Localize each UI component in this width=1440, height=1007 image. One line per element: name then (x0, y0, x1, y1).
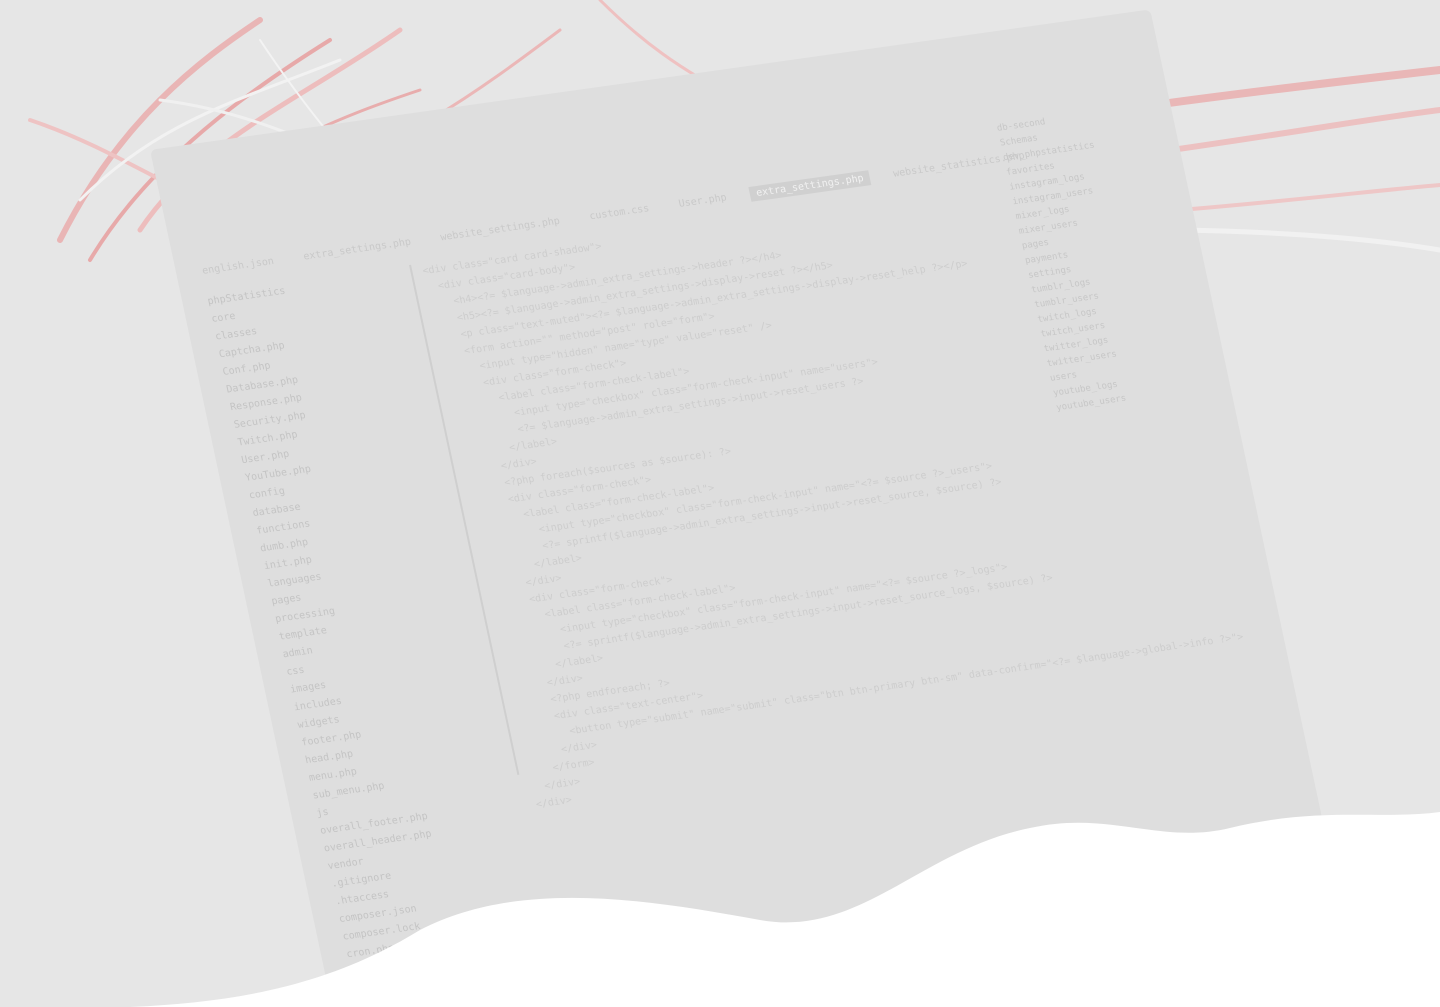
wave-shape (0, 812, 1440, 1007)
wave-divider (0, 812, 1440, 1007)
